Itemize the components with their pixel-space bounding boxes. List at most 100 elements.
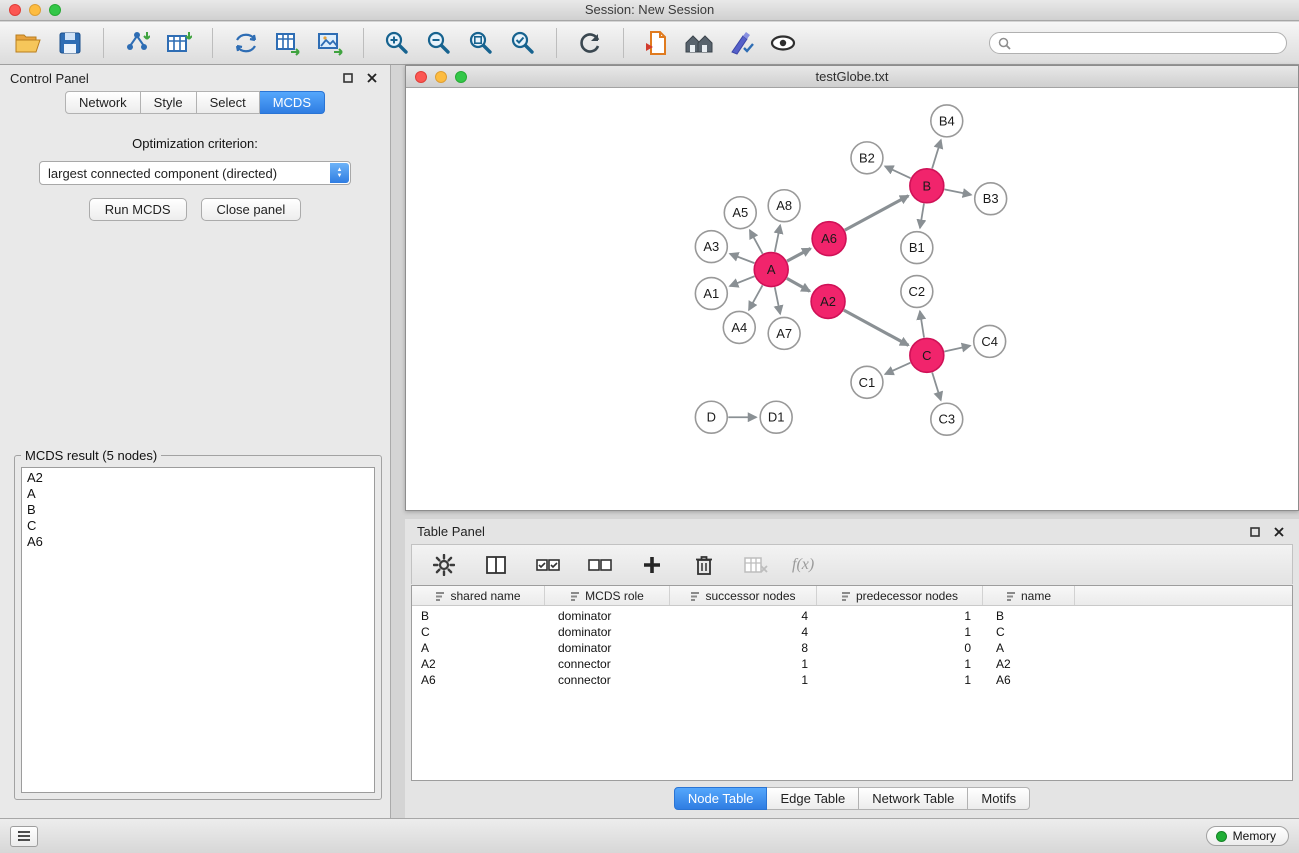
create-column-icon[interactable] [636,549,668,581]
zoom-out-icon[interactable] [423,27,455,59]
mcds-result-item[interactable]: C [27,518,369,534]
save-session-icon[interactable] [54,27,86,59]
graph-edge-C-C3[interactable] [932,373,941,401]
mcds-result-item[interactable]: A [27,486,369,502]
table-cell[interactable]: 1 [817,625,983,639]
style-apply-icon[interactable] [725,27,757,59]
table-cell[interactable]: C [412,625,545,639]
table-cell[interactable]: 4 [670,625,817,639]
graph-edge-A-A1[interactable] [730,276,755,286]
export-table-icon[interactable] [272,27,304,59]
float-table-panel-icon[interactable] [1247,524,1263,540]
table-cell[interactable]: 1 [670,673,817,687]
tab-style[interactable]: Style [141,91,197,114]
search-field[interactable] [989,32,1287,54]
unselect-all-columns-icon[interactable] [584,549,616,581]
delete-table-icon[interactable] [740,549,772,581]
graph-edge-B-B4[interactable] [932,140,941,169]
graph-edge-B-B3[interactable] [944,189,971,194]
table-cell[interactable]: A2 [412,657,545,671]
network-minimize-button[interactable] [435,71,447,83]
search-input[interactable] [1016,35,1278,51]
network-close-button[interactable] [415,71,427,83]
column-header-mcds-role[interactable]: MCDS role [545,586,670,605]
overview-icon[interactable] [683,27,715,59]
apply-layout-icon[interactable] [574,27,606,59]
tab-network[interactable]: Network [65,91,141,114]
float-panel-icon[interactable] [340,70,356,86]
column-header-predecessor-nodes[interactable]: predecessor nodes [817,586,983,605]
graph-edge-A6-B[interactable] [845,196,909,230]
table-cell[interactable]: 8 [670,641,817,655]
table-cell[interactable]: dominator [545,609,670,623]
table-cell[interactable]: A [983,641,1075,655]
table-cell[interactable]: connector [545,657,670,671]
graph-edge-B-B1[interactable] [920,203,924,227]
graph-edge-A-A5[interactable] [750,230,763,254]
zoom-fit-icon[interactable] [465,27,497,59]
close-panel-icon[interactable] [364,70,380,86]
table-cell[interactable]: connector [545,673,670,687]
table-cell[interactable]: B [412,609,545,623]
table-cell[interactable]: C [983,625,1075,639]
zoom-window-button[interactable] [49,4,61,16]
tab-node-table[interactable]: Node Table [674,787,768,810]
function-builder-icon[interactable]: f(x) [792,556,814,574]
show-hide-icon[interactable] [767,27,799,59]
memory-button[interactable]: Memory [1206,826,1289,846]
graph-edge-A2-C[interactable] [844,310,909,345]
tab-mcds[interactable]: MCDS [260,91,325,114]
mcds-result-list[interactable]: A2ABCA6 [21,467,375,793]
tab-edge-table[interactable]: Edge Table [767,787,859,810]
network-graph[interactable]: B4B2BB3B1A5A8A6A3AA1A2A4A7C2C1CC4C3DD1 [406,88,1298,510]
export-image-icon[interactable] [314,27,346,59]
column-header-shared-name[interactable]: shared name [412,586,545,605]
table-row[interactable]: Cdominator41C [412,624,1292,640]
zoom-selected-icon[interactable] [507,27,539,59]
table-cell[interactable]: A [412,641,545,655]
open-session-icon[interactable] [12,27,44,59]
select-all-columns-icon[interactable] [532,549,564,581]
minimize-window-button[interactable] [29,4,41,16]
graph-edge-C-C2[interactable] [920,311,924,337]
network-zoom-button[interactable] [455,71,467,83]
run-mcds-button[interactable]: Run MCDS [89,198,187,221]
table-cell[interactable]: B [983,609,1075,623]
network-canvas[interactable]: B4B2BB3B1A5A8A6A3AA1A2A4A7C2C1CC4C3DD1 [406,88,1298,510]
table-cell[interactable]: dominator [545,625,670,639]
graph-edge-A-A7[interactable] [775,287,780,314]
mcds-result-item[interactable]: A6 [27,534,369,550]
table-cell[interactable]: 1 [817,673,983,687]
table-row[interactable]: Bdominator41B [412,608,1292,624]
table-row[interactable]: A6connector11A6 [412,672,1292,688]
close-table-panel-icon[interactable] [1271,524,1287,540]
table-cell[interactable]: A6 [983,673,1075,687]
delete-column-icon[interactable] [688,549,720,581]
table-cell[interactable]: dominator [545,641,670,655]
mcds-result-item[interactable]: A2 [27,470,369,486]
table-row[interactable]: Adominator80A [412,640,1292,656]
tab-motifs[interactable]: Motifs [968,787,1030,810]
table-cell[interactable]: A6 [412,673,545,687]
mcds-result-item[interactable]: B [27,502,369,518]
table-cell[interactable]: 1 [670,657,817,671]
graph-edge-C-C4[interactable] [944,346,970,352]
table-cell[interactable]: 1 [817,657,983,671]
export-document-icon[interactable] [641,27,673,59]
tab-select[interactable]: Select [197,91,260,114]
graph-edge-A-A4[interactable] [749,285,763,310]
graph-edge-A-A2[interactable] [787,278,810,291]
column-header-name[interactable]: name [983,586,1075,605]
criterion-dropdown[interactable]: largest connected component (directed) ▲… [39,161,351,185]
table-cell[interactable]: 4 [670,609,817,623]
show-columns-icon[interactable] [480,549,512,581]
graph-edge-C-C1[interactable] [885,363,910,374]
graph-edge-B-B2[interactable] [885,166,911,178]
graph-edge-A-A8[interactable] [775,225,780,252]
zoom-in-icon[interactable] [381,27,413,59]
column-header-successor-nodes[interactable]: successor nodes [670,586,817,605]
graph-edge-A-A6[interactable] [787,249,811,262]
export-network-icon[interactable] [230,27,262,59]
table-cell[interactable]: A2 [983,657,1075,671]
import-table-icon[interactable] [163,27,195,59]
